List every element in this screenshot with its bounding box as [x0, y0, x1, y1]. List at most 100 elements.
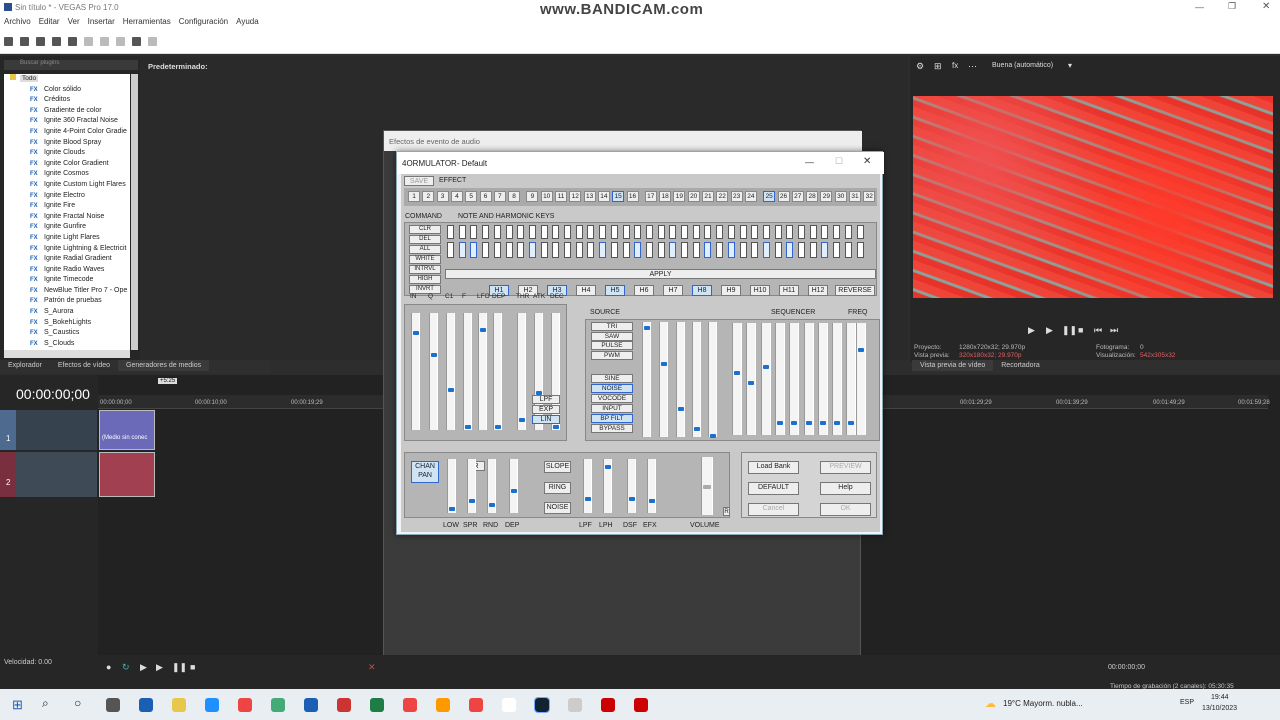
- effect-slot-button[interactable]: 9: [526, 191, 539, 202]
- search-icon[interactable]: ⌕: [42, 696, 49, 711]
- ring-button[interactable]: RING: [544, 482, 571, 494]
- note-key-bottom[interactable]: [482, 242, 490, 258]
- mod-slider[interactable]: [467, 459, 476, 513]
- mod-slider[interactable]: [603, 459, 612, 513]
- note-key-bottom[interactable]: [856, 242, 864, 258]
- effect-slot-button[interactable]: 7: [493, 191, 506, 202]
- effect-slot-button[interactable]: 11: [555, 191, 567, 202]
- tree-item[interactable]: FX Ignite Fractal Noise: [4, 212, 130, 223]
- vegas-icon[interactable]: [534, 697, 550, 713]
- effect-slot-button[interactable]: 24: [744, 191, 757, 202]
- chrome-icon[interactable]: [403, 698, 417, 712]
- tree-item[interactable]: FX S_Caustics: [4, 328, 130, 339]
- tab-vista-previa[interactable]: Vista previa de vídeo: [912, 360, 994, 371]
- tree-item[interactable]: FX Ignite Cosmos: [4, 169, 130, 180]
- split-icon[interactable]: ⋯: [968, 61, 977, 72]
- mod-slider[interactable]: [583, 459, 592, 513]
- close-icon[interactable]: ✕: [1262, 1, 1270, 12]
- note-key-bottom[interactable]: [751, 242, 759, 258]
- mod-slider[interactable]: [627, 459, 636, 513]
- reverse-button[interactable]: REVERSE: [835, 285, 875, 296]
- close-icon[interactable]: ✕: [863, 156, 871, 167]
- paste-icon[interactable]: [116, 37, 125, 46]
- effect-slot-button[interactable]: 27: [791, 191, 804, 202]
- settings-icon[interactable]: [68, 37, 77, 46]
- note-key-top[interactable]: [552, 225, 560, 239]
- tree-item[interactable]: FX Ignite Blood Spray: [4, 138, 130, 149]
- image-icon[interactable]: [568, 698, 582, 712]
- note-key-bottom[interactable]: [716, 242, 724, 258]
- ok-button[interactable]: OK: [820, 503, 871, 516]
- effect-slot-button[interactable]: 28: [806, 191, 819, 202]
- plugin-search-input[interactable]: Buscar plugins: [4, 60, 138, 70]
- edge-icon[interactable]: [205, 698, 219, 712]
- chrome-icon[interactable]: [469, 698, 483, 712]
- slider-knob[interactable]: [511, 489, 517, 493]
- note-key-top[interactable]: [610, 225, 618, 239]
- harmonic-h11-button[interactable]: H11: [779, 285, 799, 296]
- note-key-top[interactable]: [833, 225, 841, 239]
- effect-slot-button[interactable]: 30: [834, 191, 847, 202]
- menu-editar[interactable]: Editar: [35, 15, 64, 26]
- slider-knob[interactable]: [431, 353, 437, 357]
- clock-date[interactable]: 13/10/2023: [1202, 705, 1237, 712]
- effect-slot-button[interactable]: 20: [687, 191, 700, 202]
- tree-item[interactable]: FX Ignite Electro: [4, 191, 130, 202]
- effect-slot-button[interactable]: 32: [863, 191, 876, 202]
- slider-knob[interactable]: [605, 465, 611, 469]
- effect-slot-button[interactable]: 29: [820, 191, 833, 202]
- tree-item[interactable]: FX Patrón de pruebas: [4, 296, 130, 307]
- tab-explorador[interactable]: Explorador: [0, 360, 50, 371]
- filter-slider[interactable]: [429, 313, 438, 430]
- note-key-top[interactable]: [739, 225, 747, 239]
- mail-icon[interactable]: [139, 698, 153, 712]
- tree-vscrollbar[interactable]: [131, 74, 138, 350]
- tree-item[interactable]: FX NewBlue Titler Pro 7 - Ope: [4, 286, 130, 297]
- command-high-button[interactable]: HIGH: [409, 275, 441, 284]
- slider-knob[interactable]: [710, 434, 716, 438]
- windows-start-icon[interactable]: ⊞: [12, 697, 23, 713]
- note-key-bottom[interactable]: [528, 242, 536, 258]
- effect-slot-button[interactable]: 16: [626, 191, 639, 202]
- source-slider[interactable]: [676, 322, 685, 437]
- slider-knob[interactable]: [661, 362, 667, 366]
- slider-knob[interactable]: [791, 421, 798, 425]
- note-key-bottom[interactable]: [692, 242, 700, 258]
- note-key-bottom[interactable]: [821, 242, 829, 258]
- effect-slot-button[interactable]: 15: [612, 191, 625, 202]
- note-key-top[interactable]: [482, 225, 490, 239]
- menu-herramientas[interactable]: Herramientas: [119, 15, 175, 26]
- slider-knob[interactable]: [413, 331, 419, 335]
- source-slider[interactable]: [708, 322, 717, 438]
- menu-configuracion[interactable]: Configuración: [175, 15, 232, 26]
- note-key-bottom[interactable]: [681, 242, 688, 258]
- menu-ayuda[interactable]: Ayuda: [232, 15, 263, 26]
- effect-slot-button[interactable]: 14: [597, 191, 610, 202]
- note-key-top[interactable]: [645, 225, 653, 239]
- effect-slot-button[interactable]: 4: [450, 191, 463, 202]
- chan-pan-button[interactable]: CHAN PAN: [411, 461, 439, 483]
- source-pwm-button[interactable]: PWM: [591, 350, 633, 360]
- tree-item[interactable]: FX Ignite Light Flares: [4, 233, 130, 244]
- menu-ver[interactable]: Ver: [64, 15, 84, 26]
- maximize-icon[interactable]: ❐: [1228, 1, 1236, 12]
- bandicam-icon[interactable]: [634, 698, 648, 712]
- acrobat-icon[interactable]: [337, 698, 351, 712]
- note-key-bottom[interactable]: [470, 242, 478, 258]
- minimize-icon[interactable]: —: [1195, 2, 1204, 12]
- note-key-top[interactable]: [669, 225, 677, 239]
- source-bp-filt-button[interactable]: BP FILT: [591, 414, 633, 423]
- sequencer-step-slider[interactable]: [846, 323, 857, 435]
- slider-knob[interactable]: [805, 421, 812, 425]
- filter-slider[interactable]: [411, 313, 420, 430]
- clock-time[interactable]: 19:44: [1211, 694, 1229, 701]
- note-key-top[interactable]: [798, 225, 805, 239]
- note-key-top[interactable]: [458, 225, 466, 239]
- slider-knob[interactable]: [585, 497, 591, 501]
- effect-slot-button[interactable]: 26: [777, 191, 790, 202]
- stop-icon[interactable]: ■: [190, 662, 195, 672]
- store-icon[interactable]: [238, 698, 252, 712]
- note-key-bottom[interactable]: [587, 242, 595, 258]
- slider-knob[interactable]: [748, 381, 755, 385]
- tree-item[interactable]: FX S_BokehLights: [4, 318, 130, 329]
